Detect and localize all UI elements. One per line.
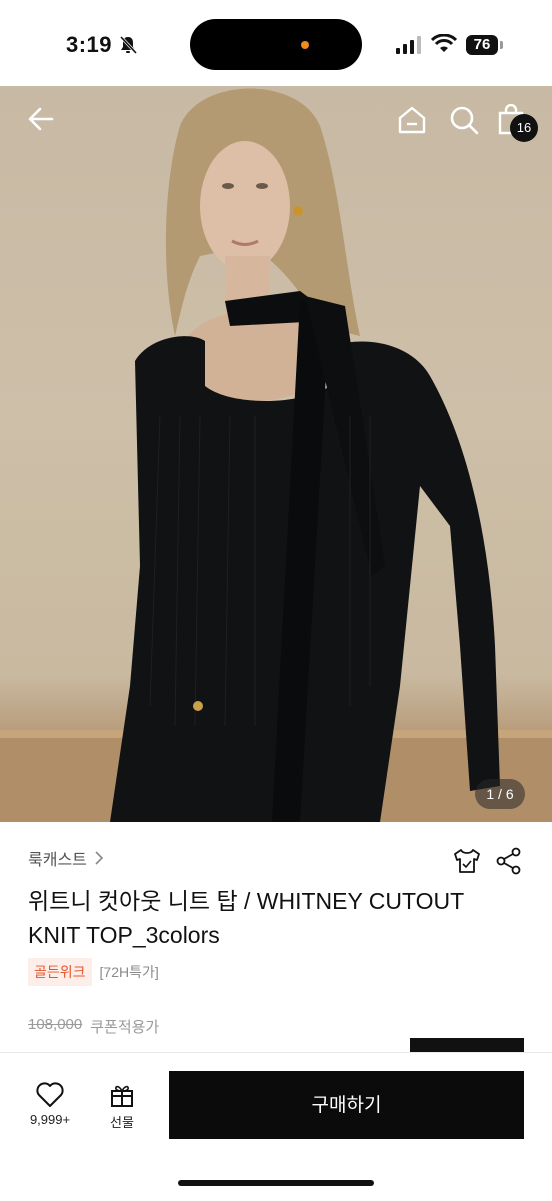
original-price: 108,000 — [28, 1016, 83, 1033]
battery-indicator: 76 — [466, 35, 498, 55]
home-icon[interactable] — [396, 104, 428, 136]
cut-off-price-row — [0, 1038, 552, 1052]
buy-button[interactable]: 구매하기 — [169, 1071, 524, 1139]
like-button[interactable]: 9,999+ — [24, 1082, 76, 1127]
recording-indicator — [301, 41, 309, 49]
brand-link[interactable]: 룩캐스트 — [28, 846, 105, 870]
price-row: 108,000 쿠폰적용가 — [28, 1016, 159, 1037]
product-tags: 골든위크 [72H특가] — [28, 958, 161, 986]
cellular-signal-icon — [396, 36, 421, 54]
chevron-right-icon — [95, 851, 104, 865]
bell-slash-icon — [119, 35, 138, 55]
coupon-button[interactable] — [410, 1038, 524, 1052]
gift-label: 선물 — [110, 1115, 134, 1130]
gift-button[interactable]: 선물 — [102, 1082, 142, 1131]
product-image-gallery[interactable] — [0, 86, 552, 822]
event-tag: 골든위크 — [28, 958, 92, 986]
arrow-left-icon[interactable] — [26, 104, 56, 134]
image-counter: 1 / 6 — [475, 779, 525, 809]
status-bar: 3:19 76 — [0, 0, 552, 86]
brand-name: 룩캐스트 — [28, 852, 87, 869]
dynamic-island — [190, 19, 362, 70]
special-tag: [72H특가] — [99, 964, 159, 980]
try-on-shirt-icon[interactable] — [452, 846, 482, 876]
status-time: 3:19 — [66, 32, 113, 57]
coupon-price-label: 쿠폰적용가 — [90, 1019, 160, 1036]
product-title: 위트니 컷아웃 니트 탑 / WHITNEY CUTOUT KNIT TOP_3… — [28, 888, 464, 948]
search-icon[interactable] — [448, 104, 480, 136]
like-count: 9,999+ — [29, 1112, 71, 1127]
cart-count-badge: 16 — [510, 114, 538, 142]
home-indicator — [178, 1180, 374, 1186]
heart-icon — [36, 1082, 64, 1107]
wifi-icon — [431, 34, 457, 52]
product-photo — [0, 88, 552, 822]
share-icon[interactable] — [494, 846, 524, 876]
gift-icon — [111, 1085, 133, 1107]
battery-tip — [500, 41, 503, 49]
